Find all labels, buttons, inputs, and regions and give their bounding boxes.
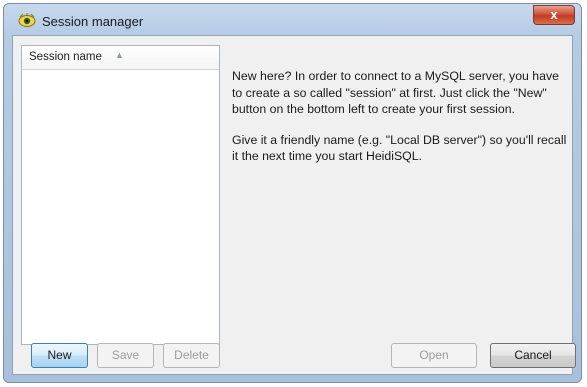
new-button[interactable]: New xyxy=(31,343,88,368)
column-header-session-name[interactable]: Session name ▲ xyxy=(22,46,219,70)
cancel-button[interactable]: Cancel xyxy=(490,343,576,368)
info-paragraph-1: New here? In order to connect to a MySQL… xyxy=(232,69,559,116)
close-button[interactable]: x xyxy=(533,5,575,25)
close-icon: x xyxy=(550,7,558,22)
open-button[interactable]: Open xyxy=(391,343,477,368)
delete-button[interactable]: Delete xyxy=(163,343,220,368)
save-button[interactable]: Save xyxy=(97,343,154,368)
welcome-info-text: New here? In order to connect to a MySQL… xyxy=(232,68,572,179)
heidisql-eye-icon xyxy=(18,13,36,27)
title-bar[interactable]: Session manager x xyxy=(4,4,581,38)
info-paragraph-2: Give it a friendly name (e.g. "Local DB … xyxy=(232,132,567,164)
window-title: Session manager xyxy=(42,14,144,29)
column-header-label: Session name xyxy=(29,51,102,63)
session-list[interactable]: Session name ▲ xyxy=(21,45,220,345)
sort-ascending-icon: ▲ xyxy=(115,50,124,60)
